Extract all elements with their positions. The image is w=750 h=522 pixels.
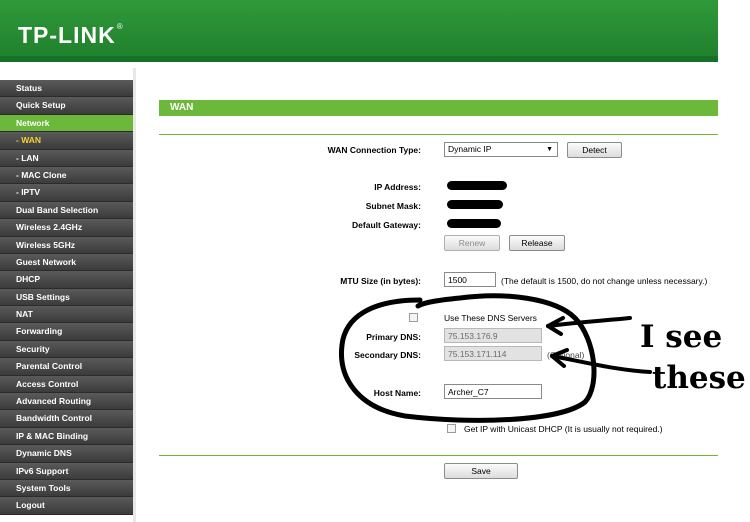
annotation-text-line2: these <box>652 360 746 396</box>
annotation-arrow-lower <box>550 354 652 374</box>
annotation-text-line1: I see <box>640 319 722 355</box>
handwritten-annotation: I see these <box>339 293 746 423</box>
